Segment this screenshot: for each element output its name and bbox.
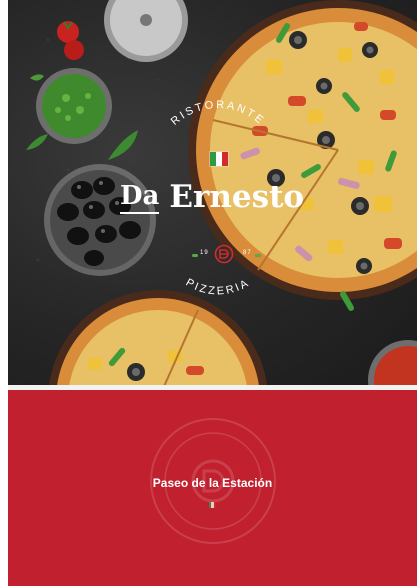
monogram-icon bbox=[214, 244, 234, 264]
leaf-icon bbox=[192, 254, 198, 257]
svg-text:PIZZERIA: PIZZERIA bbox=[184, 277, 253, 298]
location-panel[interactable]: Paseo de la Estación bbox=[8, 390, 417, 586]
svg-text:RISTORANTE: RISTORANTE bbox=[169, 99, 267, 128]
hero-image: RISTORANTE PIZZERIA Da Ernesto 19 87 bbox=[8, 0, 417, 385]
leaf-icon bbox=[255, 254, 261, 257]
location-name[interactable]: Paseo de la Estación bbox=[8, 476, 417, 490]
italian-flag-icon bbox=[209, 151, 229, 167]
brand-emblem: 19 87 bbox=[158, 242, 278, 266]
italian-flag-icon bbox=[209, 502, 216, 508]
brand-bottom-text: PIZZERIA bbox=[184, 277, 250, 298]
brand-logo: RISTORANTE PIZZERIA Da Ernesto 19 87 bbox=[8, 0, 417, 385]
restaurant-card[interactable]: RISTORANTE PIZZERIA Da Ernesto 19 87 Pas… bbox=[8, 0, 417, 586]
year-left: 19 bbox=[200, 250, 209, 256]
brand-top-text: RISTORANTE bbox=[169, 99, 265, 128]
year-right: 87 bbox=[243, 250, 252, 256]
brand-title-name: Ernesto bbox=[169, 179, 305, 215]
brand-title: Da Ernesto bbox=[120, 180, 304, 214]
brand-title-prefix: Da bbox=[120, 181, 160, 214]
